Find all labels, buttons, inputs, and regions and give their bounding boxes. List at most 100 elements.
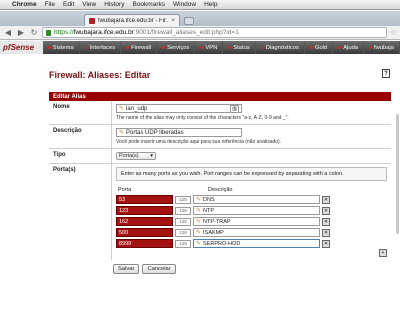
menu-edit[interactable]: Edit [63,1,74,8]
pencil-icon: ✎ [196,230,202,236]
pencil-icon: ✎ [119,106,125,112]
nav-bullet-icon [126,46,130,49]
close-tab-icon[interactable]: × [171,18,175,24]
nav-bullet-icon [338,46,342,49]
pencil-icon: ✎ [119,130,125,136]
description-label: Descrição [49,125,111,148]
name-label: Nome [49,101,111,124]
port-description-input[interactable]: ✎ NTP-TRAP [193,217,320,226]
nav-ajuda[interactable]: Ajuda [333,41,365,54]
scrollbar[interactable] [396,114,399,234]
ports-grid-header: Porta Descrição [116,186,387,194]
ports-info: Enter as many ports as you wish. Port ra… [116,167,387,181]
nav-label: Serviços [167,44,190,51]
nav-hostname: fwubaja [364,41,400,54]
new-tab-button[interactable] [184,17,194,25]
menu-file[interactable]: File [45,1,55,8]
delete-row-icon[interactable]: ✕ [322,228,330,237]
nav-firewall[interactable]: Firewall [121,41,158,54]
cancel-button[interactable]: Cancelar [142,264,176,274]
row-ports: Porta(s) Enter as many ports as you wish… [49,164,391,260]
delete-row-icon[interactable]: ✕ [322,206,330,215]
delete-row-icon[interactable]: ✕ [322,217,330,226]
logo-sense: Sense [10,43,35,52]
pfsense-header: pf Sense Sistema Interfaces Firewall Serv… [0,41,400,54]
help-icon[interactable]: ? [382,69,390,78]
port-input[interactable]: 162 [116,217,173,226]
nav-diagnosticos[interactable]: Diagnósticos [256,41,305,54]
name-value: lan_udp [126,105,148,112]
delete-row-icon[interactable]: ✕ [322,239,330,248]
port-input[interactable]: 500 [116,228,173,237]
main-nav: Sistema Interfaces Firewall Serviços VPN… [43,41,400,54]
delete-row-icon[interactable]: ✕ [322,195,330,204]
port-mask-select[interactable]: 128 [175,217,191,226]
description-hint: Você pode inserir uma descrição aqui par… [116,139,282,145]
nav-gold[interactable]: Gold [305,41,334,54]
pfsense-logo[interactable]: pf Sense [0,41,43,54]
lock-icon [46,29,51,36]
description-value: Portas UDP liberadas [126,129,184,136]
page-title: Firewall: Aliases: Editar [49,70,151,80]
add-row-icon[interactable]: + [379,249,387,257]
ports-grid: Porta Descrição 53 128 ✎ DNS ✕ 123 128 ✎ N… [116,186,387,257]
name-input[interactable]: ✎ lan_udp ▥ [116,104,242,113]
pencil-icon: ✎ [196,208,202,214]
menu-view[interactable]: View [82,1,96,8]
nav-bullet-icon [200,46,204,49]
port-mask-select[interactable]: 128 [175,206,191,215]
description-input[interactable]: ✎ Portas UDP liberadas [116,128,242,137]
bookmark-star-icon[interactable]: ☆ [390,28,397,37]
col-port: Porta [118,187,132,193]
port-description-value: NTP [203,207,215,214]
back-icon[interactable]: ◀ [3,28,13,38]
page-content: Firewall: Aliases: Editar ? Editar Alias… [0,54,400,313]
menu-app-name[interactable]: Chrome [12,1,37,8]
nav-bullet-icon [47,46,51,49]
nav-label: VPN [205,44,218,51]
port-input[interactable]: 123 [116,206,173,215]
port-row: 53 128 ✎ DNS ✕ [116,194,387,205]
port-description-input[interactable]: ✎ NTP [193,206,320,215]
nav-bullet-icon [369,46,373,49]
nav-status[interactable]: Status [223,41,256,54]
save-button[interactable]: Salvar [113,264,140,274]
nav-sistema[interactable]: Sistema [43,41,80,54]
address-bar[interactable]: https://fwubajara.ifce.edu.br:9001/firew… [42,27,387,38]
ports-label: Porta(s) [49,164,111,260]
port-input[interactable]: 8999 [116,239,173,248]
menu-window[interactable]: Window [173,1,196,8]
port-mask-select[interactable]: 128 [175,239,191,248]
port-input[interactable]: 53 [116,195,173,204]
nav-servicos[interactable]: Serviços [157,41,196,54]
nav-bullet-icon [84,46,88,49]
port-description-input[interactable]: ✎ SERPRO-HOD [193,239,320,248]
menu-history[interactable]: History [104,1,124,8]
port-description-value: SERPRO-HOD [203,240,241,247]
type-select[interactable]: Porta(s) ▾ [116,152,156,160]
port-mask-select[interactable]: 128 [175,195,191,204]
nav-label: fwubaja [374,44,394,51]
menu-help[interactable]: Help [204,1,217,8]
pencil-icon: ✎ [196,219,202,225]
name-hint: The name of the alias may only consist o… [116,115,289,121]
port-description-input[interactable]: ✎ DNS [193,195,320,204]
row-name: Nome ✎ lan_udp ▥ The name of the alias m… [49,101,391,125]
forward-icon[interactable]: ▶ [16,28,26,38]
keyboard-icon: ▥ [230,104,239,113]
nav-bullet-icon [228,46,232,49]
reload-icon[interactable]: ↻ [29,28,39,38]
nav-vpn[interactable]: VPN [195,41,224,54]
nav-label: Interfaces [89,44,116,51]
port-description-value: NTP-TRAP [203,218,231,225]
port-mask-select[interactable]: 128 [175,228,191,237]
nav-interfaces[interactable]: Interfaces [80,41,122,54]
menu-bookmarks[interactable]: Bookmarks [132,1,165,8]
browser-toolbar: ◀ ▶ ↻ https://fwubajara.ifce.edu.br:9001… [0,26,400,40]
port-description-input[interactable]: ✎ ISAKMP [193,228,320,237]
row-type: Tipo Porta(s) ▾ [49,149,391,164]
nav-label: Firewall [131,44,152,51]
nav-bullet-icon [260,46,264,49]
type-value: Porta(s) [119,153,139,159]
browser-tab[interactable]: fwubajara.ifce.edu.br - Fir… × [84,14,180,26]
